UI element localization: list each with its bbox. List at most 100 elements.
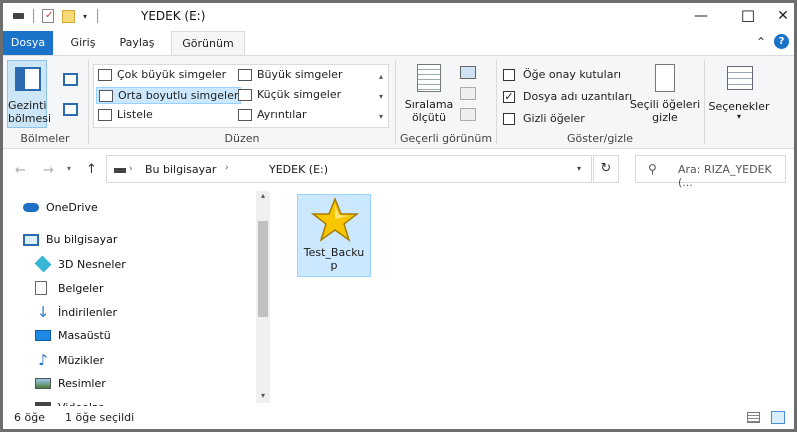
- separator: [704, 60, 705, 144]
- layout-list[interactable]: Listele: [98, 108, 153, 121]
- nav-pane-label-1: Gezinti: [8, 99, 47, 112]
- sort-icon: [417, 64, 441, 92]
- new-folder-icon[interactable]: [62, 9, 75, 23]
- breadcrumb-drive[interactable]: YEDEK (E:): [269, 163, 328, 176]
- customize-qat-icon[interactable]: ▾: [83, 12, 87, 21]
- preview-pane-icon[interactable]: [63, 73, 78, 86]
- details-pane-icon[interactable]: [63, 103, 78, 116]
- maximize-button[interactable]: ☐: [725, 3, 771, 29]
- help-icon[interactable]: ?: [774, 34, 789, 49]
- properties-icon[interactable]: ✓: [42, 9, 54, 23]
- options-button[interactable]: Seçenekler ▾: [707, 62, 771, 128]
- cube-icon: [34, 255, 52, 273]
- hide-selected-button[interactable]: Seçili öğeleri gizle: [629, 62, 701, 128]
- search-placeholder: Ara: RIZA_YEDEK (...: [678, 163, 772, 189]
- explorer-window: ✓ ▾ YEDEK (E:) — ☐ ✕ Dosya Giriş Paylaş …: [3, 3, 794, 429]
- file-extensions-toggle[interactable]: ✓ Dosya adı uzantıları: [503, 90, 632, 103]
- refresh-icon[interactable]: ↻: [593, 155, 619, 183]
- large-icons-view-icon[interactable]: [771, 411, 785, 424]
- download-arrow-icon: ↓: [36, 303, 50, 321]
- group-by-icon[interactable]: [460, 66, 476, 79]
- layout-small[interactable]: Küçük simgeler: [238, 88, 341, 101]
- group-label-panes: Bölmeler: [20, 132, 70, 145]
- navigation-pane: OneDrive Bu bilgisayar 3D Nesneler Belge…: [3, 191, 270, 406]
- nav-item-onedrive[interactable]: OneDrive: [23, 201, 98, 214]
- address-row: ← → ▾ ↑ › Bu bilgisayar › YEDEK (E:) ▾ ↻…: [3, 153, 794, 189]
- chevron-down-icon: ▾: [736, 112, 741, 121]
- tab-share[interactable]: Paylaş: [113, 31, 161, 55]
- file-name-line2: p: [330, 259, 338, 272]
- hide-selected-label-1: Seçili öğeleri: [629, 98, 701, 111]
- forward-arrow-icon[interactable]: →: [43, 163, 54, 178]
- star-icon: [311, 197, 359, 242]
- item-checkboxes-toggle[interactable]: Öğe onay kutuları: [503, 68, 621, 81]
- add-columns-icon[interactable]: [460, 87, 476, 100]
- nav-item-desktop[interactable]: Masaüstü: [35, 329, 111, 342]
- hidden-items-toggle[interactable]: Gizli öğeler: [503, 112, 585, 125]
- tab-home[interactable]: Giriş: [61, 31, 105, 55]
- small-icons-icon: [238, 88, 252, 101]
- layout-extra-large[interactable]: Çok büyük simgeler: [98, 68, 226, 81]
- minimize-button[interactable]: —: [678, 3, 724, 29]
- tab-view[interactable]: Görünüm: [171, 31, 245, 56]
- drive-icon: [13, 13, 24, 19]
- desktop-icon: [35, 330, 51, 341]
- close-button[interactable]: ✕: [772, 3, 794, 29]
- tab-file[interactable]: Dosya: [3, 31, 53, 55]
- nav-item-music[interactable]: ♪ Müzikler: [35, 351, 104, 369]
- nav-item-downloads[interactable]: ↓ İndirilenler: [35, 303, 117, 321]
- breadcrumb-separator-icon: ›: [225, 163, 229, 173]
- status-bar: 6 öğe 1 öğe seçildi: [3, 405, 794, 429]
- selection-count: 1 öğe seçildi: [65, 411, 135, 424]
- nav-item-this-pc[interactable]: Bu bilgisayar: [23, 233, 117, 246]
- group-label-layout: Düzen: [224, 132, 260, 145]
- drive-icon: [114, 168, 126, 173]
- layout-gallery: Çok büyük simgeler Büyük simgeler Orta b…: [93, 64, 389, 128]
- navigation-pane-button[interactable]: Gezinti bölmesi: [7, 60, 51, 128]
- up-arrow-icon[interactable]: ↑: [86, 162, 97, 177]
- ribbon-tabs: Dosya Giriş Paylaş Görünüm ⌃ ?: [3, 31, 794, 56]
- ribbon: Gezinti bölmesi Bölmeler Çok büyük simge…: [3, 55, 794, 149]
- nav-item-3d-objects[interactable]: 3D Nesneler: [34, 255, 126, 273]
- nav-item-pictures[interactable]: Resimler: [35, 377, 106, 390]
- details-icon: [238, 108, 252, 121]
- group-label-current-view: Geçerli görünüm: [399, 132, 493, 145]
- file-name-line1: Test_Backu: [303, 246, 365, 259]
- music-note-icon: ♪: [38, 351, 48, 369]
- layout-details[interactable]: Ayrıntılar: [238, 108, 307, 121]
- layout-large[interactable]: Büyük simgeler: [238, 68, 342, 81]
- nav-item-documents[interactable]: Belgeler: [35, 281, 103, 295]
- address-dropdown-icon[interactable]: ▾: [577, 164, 581, 173]
- hide-selected-label-2: gizle: [652, 111, 678, 124]
- window-title: YEDEK (E:): [141, 9, 206, 23]
- scroll-thumb[interactable]: [258, 221, 268, 317]
- address-bar[interactable]: › Bu bilgisayar › YEDEK (E:) ▾: [106, 155, 592, 183]
- details-view-icon[interactable]: [747, 412, 760, 423]
- sort-label-2: ölçütü: [411, 111, 447, 124]
- computer-icon: [23, 233, 39, 246]
- breadcrumb-this-pc[interactable]: Bu bilgisayar: [145, 163, 216, 176]
- separator: [33, 9, 34, 23]
- search-icon: ⚲: [648, 162, 657, 176]
- gallery-scroll[interactable]: ▴ ▾ ▾: [374, 67, 388, 127]
- search-input[interactable]: ⚲ Ara: RIZA_YEDEK (...: [635, 155, 786, 189]
- document-icon: [35, 281, 47, 295]
- size-columns-icon[interactable]: [460, 108, 476, 121]
- scroll-up-icon[interactable]: ▴: [258, 191, 268, 200]
- recent-locations-icon[interactable]: ▾: [67, 164, 71, 173]
- layout-medium[interactable]: Orta boyutlu simgeler: [96, 87, 242, 104]
- quick-access-toolbar: ✓ ▾: [13, 9, 108, 23]
- item-count: 6 öğe: [14, 411, 45, 424]
- sort-by-button[interactable]: Sıralama ölçütü: [403, 62, 455, 128]
- nav-scrollbar[interactable]: ▴ ▾: [256, 191, 270, 403]
- scroll-down-icon[interactable]: ▾: [258, 391, 268, 400]
- file-view: Test_Backu p: [271, 191, 794, 405]
- hide-selected-icon: [655, 64, 675, 92]
- file-item[interactable]: Test_Backu p: [297, 194, 371, 277]
- picture-icon: [35, 378, 51, 389]
- back-arrow-icon[interactable]: ←: [15, 163, 26, 178]
- collapse-ribbon-icon[interactable]: ⌃: [756, 35, 766, 49]
- cloud-icon: [23, 203, 39, 212]
- title-bar: ✓ ▾ YEDEK (E:) — ☐ ✕: [3, 3, 794, 29]
- checkbox-unchecked-icon: [503, 112, 515, 125]
